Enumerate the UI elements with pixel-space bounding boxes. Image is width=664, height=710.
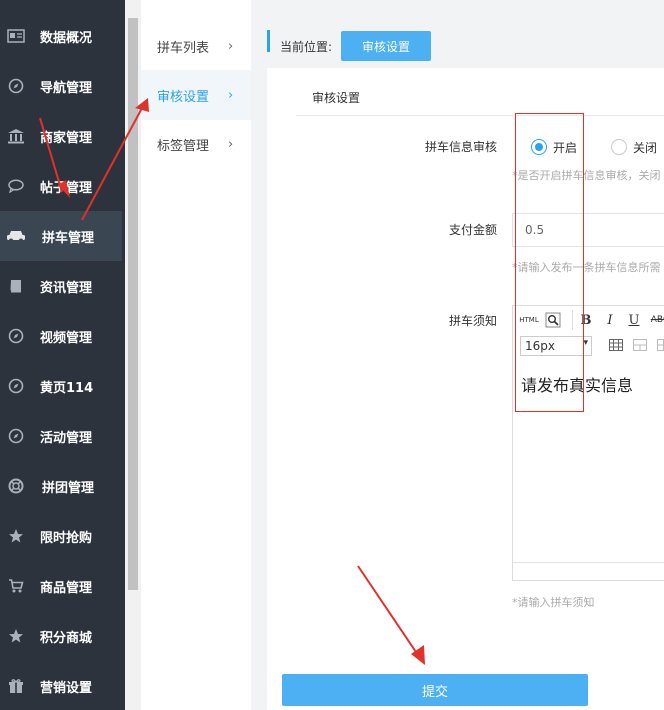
nav-item-merchants[interactable]: 商家管理 [0, 111, 122, 161]
nav-item-news[interactable]: 资讯管理 [0, 261, 122, 311]
editor-status-bar [513, 562, 664, 580]
nav-label: 数据概况 [40, 30, 93, 46]
nav-item-navigation[interactable]: 导航管理 [0, 61, 122, 111]
editor-toolbar: HTML B I U ABC [514, 308, 664, 332]
nav-label: 活动管理 [40, 430, 93, 446]
nav-item-flash-sale[interactable]: 限时抢购 [0, 511, 122, 561]
car-icon [6, 226, 26, 246]
font-size-select[interactable]: 16px ▾ [520, 336, 592, 356]
chevron-right-icon: › [228, 87, 234, 103]
nav-label: 资讯管理 [40, 280, 93, 296]
sub-item-label: 标签管理 [157, 138, 210, 154]
editor-toolbar-row-2: 16px ▾ [514, 333, 664, 357]
submit-button[interactable]: 提交 [282, 674, 588, 706]
merge-cells-icon[interactable] [632, 335, 648, 355]
review-on-radio[interactable] [531, 139, 547, 155]
breadcrumb-current[interactable]: 审核设置 [341, 31, 431, 61]
nav-label: 限时抢购 [40, 530, 93, 546]
nav-label: 导航管理 [40, 80, 93, 96]
table-icon[interactable] [608, 335, 624, 355]
compass-icon [6, 76, 26, 96]
bank-icon [6, 126, 26, 146]
notice-label: 拼车须知 [448, 314, 497, 328]
editor-content[interactable]: 请发布真实信息 [521, 372, 633, 396]
nav-label: 商家管理 [40, 130, 93, 146]
nav-label: 帖子管理 [40, 180, 93, 196]
nav-item-yellow-pages[interactable]: 黄页114 [0, 361, 122, 411]
sub-item-carpool-list[interactable]: 拼车列表 › [141, 21, 251, 71]
sub-item-label: 拼车列表 [157, 40, 210, 56]
breadcrumb-marker [267, 30, 270, 52]
underline-button[interactable]: U [626, 310, 642, 330]
chevron-down-icon: ▾ [583, 338, 588, 348]
amount-hint: *请输入发布一条拼车信息所需 [512, 261, 661, 274]
nav-item-group-buy[interactable]: 拼团管理 [0, 461, 122, 511]
star-icon [6, 526, 26, 546]
nav-item-activities[interactable]: 活动管理 [0, 411, 122, 461]
nav-item-video[interactable]: 视频管理 [0, 311, 122, 361]
nav-label: 黄页114 [40, 380, 94, 396]
notice-editor[interactable]: HTML B I U ABC 16px ▾ 请发布真实信息 [512, 305, 664, 581]
panel-divider [296, 115, 664, 116]
font-size-value: 16px [525, 339, 555, 353]
nav-label: 拼团管理 [42, 480, 95, 496]
amount-label: 支付金额 [448, 223, 497, 237]
chat-icon [6, 176, 26, 196]
sidebar: 数据概况 导航管理 商家管理 帖子管理 拼车管理 资讯管理 视频管理 黄页114… [0, 0, 125, 710]
review-off-radio[interactable] [611, 139, 627, 155]
chevron-right-icon: › [228, 136, 234, 152]
sub-navigation: 拼车列表 › 审核设置 › 标签管理 › [141, 0, 251, 710]
review-on-label[interactable]: 开启 [553, 139, 577, 156]
book-icon [6, 276, 26, 296]
breadcrumb-label: 当前位置: [280, 40, 333, 54]
sub-item-review-settings[interactable]: 审核设置 › [141, 70, 251, 120]
preview-icon[interactable] [544, 310, 562, 330]
compass-icon [6, 326, 26, 346]
cart-icon [6, 576, 26, 596]
sidebar-scrollbar-thumb[interactable] [128, 18, 138, 590]
lifebuoy-icon [6, 476, 26, 496]
nav-item-data-overview[interactable]: 数据概况 [0, 11, 122, 61]
amount-input[interactable] [512, 213, 664, 247]
review-off-label[interactable]: 关闭 [633, 139, 657, 156]
nav-label: 拼车管理 [42, 230, 95, 246]
sub-item-label: 审核设置 [157, 89, 210, 105]
sub-item-tag-management[interactable]: 标签管理 › [141, 119, 251, 169]
nav-item-posts[interactable]: 帖子管理 [0, 161, 122, 211]
review-toggle-label: 拼车信息审核 [424, 140, 497, 154]
nav-label: 商品管理 [40, 580, 93, 596]
bold-button[interactable]: B [578, 310, 594, 330]
compass-icon [6, 376, 26, 396]
split-cells-icon[interactable] [656, 335, 664, 355]
panel-title: 审核设置 [312, 91, 361, 105]
strikethrough-button[interactable]: ABC [648, 310, 664, 330]
compass-icon [6, 426, 26, 446]
nav-item-products[interactable]: 商品管理 [0, 561, 122, 611]
nav-item-marketing[interactable]: 营销设置 [0, 661, 122, 710]
nav-item-carpool[interactable]: 拼车管理 [0, 211, 122, 261]
review-hint: *是否开启拼车信息审核，关闭 [512, 169, 661, 182]
nav-label: 视频管理 [40, 330, 93, 346]
nav-label: 积分商城 [40, 630, 93, 646]
gift-icon [6, 676, 26, 696]
chevron-right-icon: › [228, 38, 234, 54]
italic-button[interactable]: I [602, 310, 618, 330]
nav-item-points-mall[interactable]: 积分商城 [0, 611, 122, 661]
html-source-button[interactable]: HTML [518, 310, 540, 330]
nav-label: 营销设置 [40, 680, 93, 696]
dashboard-icon [6, 26, 26, 46]
star-icon [6, 626, 26, 646]
notice-hint: *请输入拼车须知 [512, 596, 595, 609]
